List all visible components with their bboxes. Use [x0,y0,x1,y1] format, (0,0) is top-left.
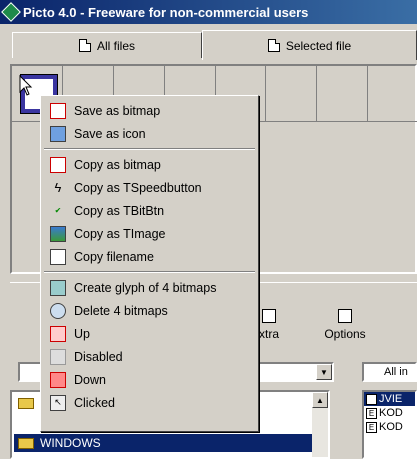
file-icon [267,39,280,52]
tab-label: All files [96,38,135,53]
menu-item-disabled[interactable]: Disabled [44,345,255,368]
menu-item-label: Copy as TBitBtn [74,203,165,218]
tree-item-windows[interactable]: WINDOWS [14,434,312,452]
menu-item-copy-bitbtn[interactable]: ✔ Copy as TBitBtn [44,199,255,222]
menu-item-label: Delete 4 bitmaps [74,303,168,318]
state-disabled-icon [50,348,66,365]
recycle-bin-icon [50,302,66,319]
file-item[interactable]: E KOD [364,406,415,420]
tree-item[interactable] [14,394,40,412]
tree-scrollbar[interactable]: ▲ [312,392,328,457]
bitmap-icon [50,156,66,173]
menu-item-label: Up [74,326,90,341]
menu-item-delete-bitmaps[interactable]: Delete 4 bitmaps [44,299,255,322]
bitmap-cell[interactable] [368,66,417,122]
file-item-label: KOD [379,421,403,433]
app-icon [1,2,21,22]
state-clicked-icon: ↖ [50,394,66,411]
scroll-up-icon[interactable]: ▲ [312,392,328,408]
menu-item-copy-timage[interactable]: Copy as TImage [44,222,255,245]
folder-icon [18,437,34,449]
bitmap-cell[interactable] [317,66,369,122]
file-item-label: JVIE [379,393,403,405]
menu-item-create-glyph[interactable]: Create glyph of 4 bitmaps [44,276,255,299]
files-icon [78,39,91,52]
menu-item-label: Copy as TImage [74,226,166,241]
file-list[interactable]: E JVIE E KOD E KOD [362,390,417,459]
file-item-label: KOD [379,407,403,419]
menu-item-label: Clicked [74,395,115,410]
extra-icon [262,309,276,323]
mouse-cursor-icon [19,75,33,96]
glyph-icon [50,279,66,296]
context-menu: Save as bitmap Save as icon Copy as bitm… [40,95,259,432]
bitmap-icon [50,102,66,119]
menu-item-up[interactable]: Up [44,322,255,345]
tree-item-label: WINDOWS [40,436,101,450]
lightning-icon: ϟ [54,180,62,195]
folder-icon [18,397,34,409]
menu-item-label: Copy as bitmap [74,157,161,172]
bitmap-cell[interactable] [266,66,318,122]
menu-item-save-icon[interactable]: Save as icon [44,122,255,145]
options-icon [338,309,352,323]
menu-item-copy-speedbutton[interactable]: ϟ Copy as TSpeedbutton [44,176,255,199]
menu-separator [44,268,255,276]
window-title: Picto 4.0 - Freeware for non-commercial … [23,4,309,20]
tab-all-files[interactable]: All files [12,32,202,58]
menu-item-label: Save as bitmap [74,103,161,118]
menu-item-save-bitmap[interactable]: Save as bitmap [44,99,255,122]
menu-item-copy-filename[interactable]: Copy filename [44,245,255,268]
menu-item-label: Disabled [74,349,123,364]
menu-item-down[interactable]: Down [44,368,255,391]
menu-item-label: Copy filename [74,249,154,264]
options-label: Options [324,327,366,341]
chevron-down-icon[interactable]: ▼ [316,364,332,380]
state-down-icon [50,371,66,388]
menu-separator [44,145,255,153]
filter-combo-value: All in [384,366,408,378]
ok-check-icon: ✔ [54,206,62,215]
menu-item-label: Copy as TSpeedbutton [74,180,202,195]
tab-label: Selected file [285,38,352,53]
menu-item-label: Save as icon [74,126,146,141]
document-icon [50,248,66,265]
state-up-icon [50,325,66,342]
executable-icon: E [366,407,377,419]
menu-item-clicked[interactable]: ↖ Clicked [44,391,255,414]
image-icon [50,225,66,242]
icon-file-icon [50,125,66,142]
extra-label: xtra [258,327,279,341]
menu-item-label: Create glyph of 4 bitmaps [74,280,217,295]
menu-item-label: Down [74,372,106,387]
title-bar: Picto 4.0 - Freeware for non-commercial … [0,0,417,24]
executable-icon: E [366,421,377,433]
file-item[interactable]: E KOD [364,420,415,434]
file-item[interactable]: E JVIE [364,392,415,406]
tab-selected-file[interactable]: Selected file [202,30,417,60]
filter-combo[interactable]: All in [362,362,417,382]
executable-icon: E [366,393,377,405]
tab-strip: All files Selected file [0,30,417,60]
menu-item-copy-bitmap[interactable]: Copy as bitmap [44,153,255,176]
options-button[interactable]: Options [310,289,380,341]
